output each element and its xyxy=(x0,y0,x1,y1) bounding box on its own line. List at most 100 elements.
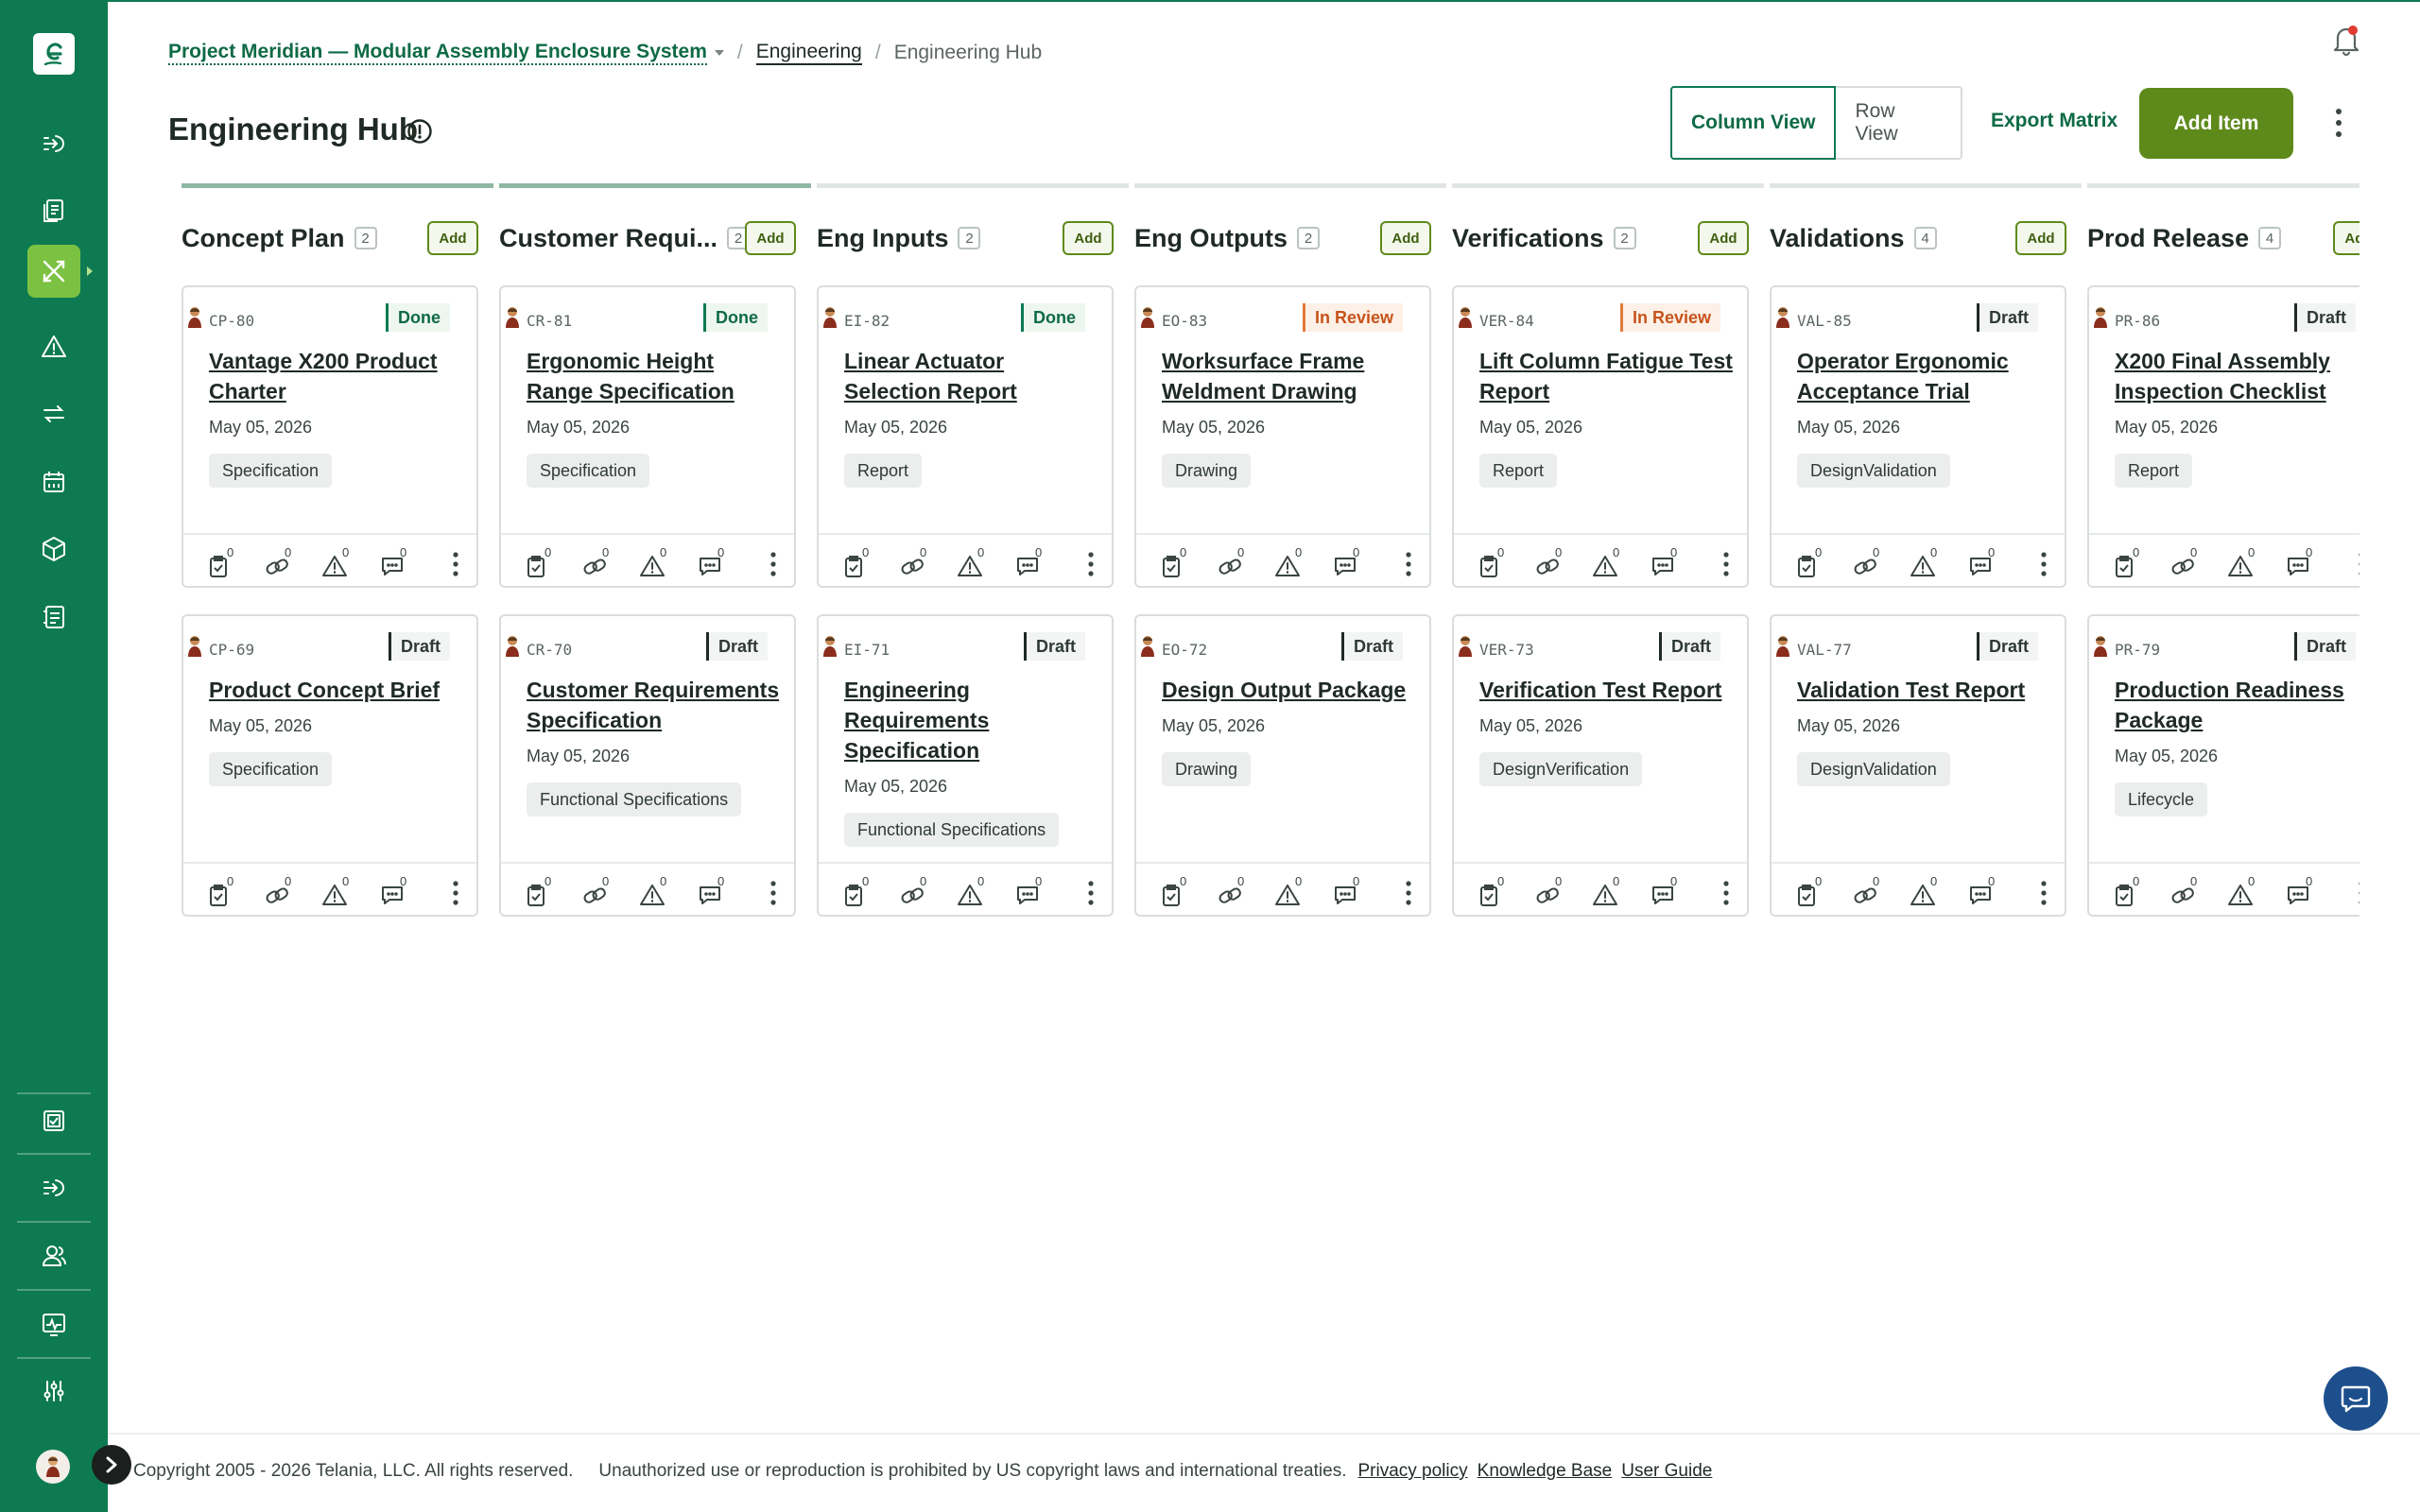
task-icon[interactable]: 0 xyxy=(841,545,872,579)
column-add-button[interactable]: Add xyxy=(427,221,478,255)
expand-sidebar-button[interactable] xyxy=(92,1445,131,1485)
more-options-icon[interactable] xyxy=(2324,104,2354,142)
item-card[interactable]: CR-81 Done Ergonomic Height Range Specif… xyxy=(499,285,796,588)
link-icon[interactable]: 0 xyxy=(899,545,929,579)
breadcrumb-engineering-link[interactable]: Engineering xyxy=(755,41,862,65)
card-more-icon[interactable] xyxy=(448,879,463,907)
item-title-link[interactable]: Vantage X200 Product Charter xyxy=(209,346,464,406)
risk-icon[interactable]: 0 xyxy=(1274,874,1305,908)
risk-icon[interactable] xyxy=(27,320,80,373)
comment-icon[interactable]: 0 xyxy=(2285,874,2315,908)
task-icon[interactable]: 0 xyxy=(206,874,236,908)
risk-icon[interactable]: 0 xyxy=(321,545,352,579)
column-add-button[interactable]: Add xyxy=(1380,221,1431,255)
task-icon[interactable]: 0 xyxy=(2112,545,2142,579)
column-add-button[interactable]: Add xyxy=(2333,221,2360,255)
link-icon[interactable]: 0 xyxy=(1217,874,1247,908)
link-icon[interactable]: 0 xyxy=(1852,874,1882,908)
card-more-icon[interactable] xyxy=(2036,550,2051,578)
settings-icon[interactable] xyxy=(27,1365,80,1418)
risk-icon[interactable]: 0 xyxy=(639,874,669,908)
notification-bell-icon[interactable] xyxy=(2329,23,2363,57)
calendar-icon[interactable] xyxy=(27,455,80,508)
item-card[interactable]: PR-79 Draft Production Readiness Package… xyxy=(2087,614,2360,917)
card-more-icon[interactable] xyxy=(2036,879,2051,907)
task-icon[interactable]: 0 xyxy=(1159,874,1189,908)
risk-icon[interactable]: 0 xyxy=(1910,545,1940,579)
chat-support-button[interactable] xyxy=(2324,1366,2388,1431)
link-icon[interactable]: 0 xyxy=(264,545,294,579)
comment-icon[interactable]: 0 xyxy=(1014,874,1045,908)
link-icon[interactable]: 0 xyxy=(2169,874,2200,908)
item-card[interactable]: CP-69 Draft Product Concept Brief May 05… xyxy=(182,614,478,917)
item-title-link[interactable]: Product Concept Brief xyxy=(209,675,464,705)
item-card[interactable]: EI-71 Draft Engineering Requirements Spe… xyxy=(817,614,1114,917)
item-card[interactable]: CR-70 Draft Customer Requirements Specif… xyxy=(499,614,796,917)
task-icon[interactable]: 0 xyxy=(1794,874,1824,908)
comment-icon[interactable]: 0 xyxy=(1014,545,1045,579)
documents-icon[interactable] xyxy=(27,184,80,237)
column-add-button[interactable]: Add xyxy=(1063,221,1114,255)
column-add-button[interactable]: Add xyxy=(745,221,796,255)
risk-icon[interactable]: 0 xyxy=(1910,874,1940,908)
forms-icon[interactable] xyxy=(27,591,80,644)
item-title-link[interactable]: X200 Final Assembly Inspection Checklist xyxy=(2115,346,2360,406)
item-title-link[interactable]: Worksurface Frame Weldment Drawing xyxy=(1162,346,1417,406)
link-icon[interactable]: 0 xyxy=(581,874,612,908)
item-title-link[interactable]: Production Readiness Package xyxy=(2115,675,2360,735)
item-title-link[interactable]: Ergonomic Height Range Specification xyxy=(527,346,782,406)
task-icon[interactable]: 0 xyxy=(1794,545,1824,579)
comment-icon[interactable]: 0 xyxy=(697,545,727,579)
comment-icon[interactable]: 0 xyxy=(697,874,727,908)
link-icon[interactable]: 0 xyxy=(1534,874,1564,908)
risk-icon[interactable]: 0 xyxy=(957,874,987,908)
item-title-link[interactable]: Design Output Package xyxy=(1162,675,1417,705)
task-icon[interactable]: 0 xyxy=(524,874,554,908)
product-icon[interactable] xyxy=(27,523,80,576)
card-more-icon[interactable] xyxy=(1401,879,1416,907)
chevron-down-icon[interactable] xyxy=(714,50,724,56)
knowledge-base-link[interactable]: Knowledge Base xyxy=(1478,1461,1613,1482)
link-icon[interactable]: 0 xyxy=(1534,545,1564,579)
item-card[interactable]: VAL-77 Draft Validation Test Report May … xyxy=(1770,614,2066,917)
privacy-policy-link[interactable]: Privacy policy xyxy=(1357,1461,1467,1482)
item-title-link[interactable]: Customer Requirements Specification xyxy=(527,675,782,735)
link-icon[interactable]: 0 xyxy=(2169,545,2200,579)
project-selector[interactable]: Project Meridian — Modular Assembly Encl… xyxy=(168,41,707,65)
comment-icon[interactable]: 0 xyxy=(2285,545,2315,579)
item-title-link[interactable]: Validation Test Report xyxy=(1797,675,2052,705)
risk-icon[interactable]: 0 xyxy=(639,545,669,579)
item-title-link[interactable]: Engineering Requirements Specification xyxy=(844,675,1099,765)
engineering-icon[interactable] xyxy=(27,245,80,298)
comment-icon[interactable]: 0 xyxy=(379,545,409,579)
card-more-icon[interactable] xyxy=(2354,879,2360,907)
training-icon[interactable] xyxy=(27,1161,80,1214)
risk-icon[interactable]: 0 xyxy=(957,545,987,579)
card-more-icon[interactable] xyxy=(1083,550,1098,578)
task-icon[interactable]: 0 xyxy=(206,545,236,579)
item-card[interactable]: EO-72 Draft Design Output Package May 05… xyxy=(1134,614,1431,917)
comment-icon[interactable]: 0 xyxy=(379,874,409,908)
card-more-icon[interactable] xyxy=(1401,550,1416,578)
dashboard-icon[interactable] xyxy=(27,117,80,170)
task-icon[interactable]: 0 xyxy=(524,545,554,579)
user-guide-link[interactable]: User Guide xyxy=(1621,1461,1712,1482)
avatar[interactable] xyxy=(36,1450,70,1484)
column-add-button[interactable]: Add xyxy=(2015,221,2066,255)
change-icon[interactable] xyxy=(27,387,80,440)
card-more-icon[interactable] xyxy=(1083,879,1098,907)
row-view-button[interactable]: Row View xyxy=(1836,86,1963,160)
item-title-link[interactable]: Verification Test Report xyxy=(1479,675,1735,705)
link-icon[interactable]: 0 xyxy=(1217,545,1247,579)
comment-icon[interactable]: 0 xyxy=(1332,545,1362,579)
comment-icon[interactable]: 0 xyxy=(1967,874,1997,908)
export-matrix-button[interactable]: Export Matrix xyxy=(1991,110,2118,132)
item-card[interactable]: CP-80 Done Vantage X200 Product Charter … xyxy=(182,285,478,588)
card-more-icon[interactable] xyxy=(766,879,781,907)
item-title-link[interactable]: Operator Ergonomic Acceptance Trial xyxy=(1797,346,2052,406)
task-icon[interactable]: 0 xyxy=(1159,545,1189,579)
item-card[interactable]: PR-86 Draft X200 Final Assembly Inspecti… xyxy=(2087,285,2360,588)
card-more-icon[interactable] xyxy=(2354,550,2360,578)
task-icon[interactable]: 0 xyxy=(2112,874,2142,908)
link-icon[interactable]: 0 xyxy=(581,545,612,579)
